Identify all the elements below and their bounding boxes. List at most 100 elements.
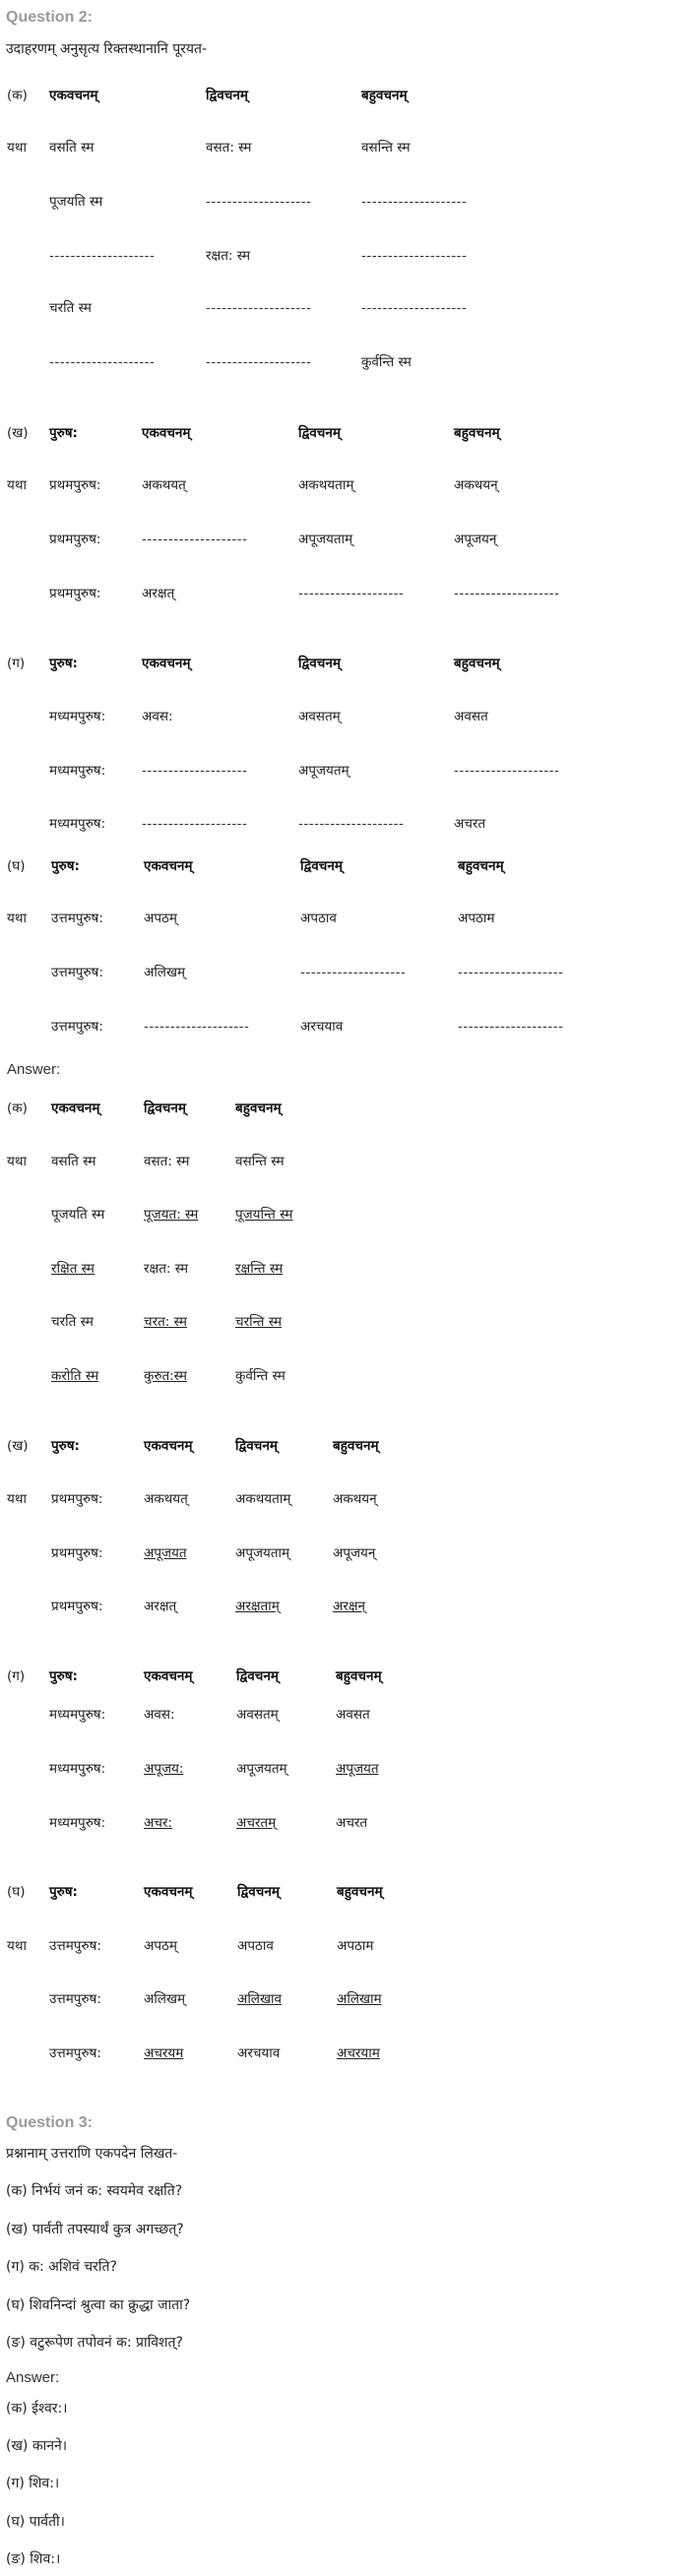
filled-answer: अचरतम् <box>236 1815 277 1831</box>
table-cell: अचरत <box>336 1815 368 1831</box>
question-3-heading: Question 3: <box>6 2114 94 2131</box>
table-cell: उत्तमपुरुष: <box>51 965 103 980</box>
answer-item: (क) ईश्वर:। <box>6 2401 68 2417</box>
table-cell: पूजयति स्म <box>49 194 103 210</box>
blank-line: -------------------- <box>49 248 156 264</box>
question-item: (ङ) वटुरूपेण तपोवनं क: प्राविशत्? <box>6 2335 183 2351</box>
table-cell: उत्तमपुरुष: <box>51 911 103 926</box>
column-header: बहुवचनम् <box>235 1100 282 1116</box>
table-cell: कुर्वन्ति स्म <box>235 1368 286 1384</box>
filled-answer: कुरुत:स्म <box>144 1368 188 1384</box>
filled-answer: पूजयन्ति स्म <box>235 1207 293 1223</box>
column-header: द्विवचनम् <box>298 425 341 441</box>
table-cell: अकथयन् <box>454 477 498 493</box>
table-cell: अकथयन् <box>333 1491 377 1507</box>
question-item: (क) निर्भयं जनं क: स्वयमेव रक्षति? <box>6 2183 183 2199</box>
table-cell: अपूजयन् <box>454 532 497 547</box>
table-cell: अपठाम <box>458 911 495 926</box>
table-cell: अरक्षत् <box>142 586 175 601</box>
column-header: एकवचनम् <box>49 88 98 103</box>
blank-line: -------------------- <box>458 965 564 980</box>
blank-line: -------------------- <box>361 300 468 316</box>
table-cell: अपूजयतम् <box>236 1761 287 1777</box>
table-cell: प्रथमपुरुष: <box>51 1491 103 1507</box>
column-header: पुरुष: <box>49 1668 78 1684</box>
filled-answer: अलिखाम <box>337 1991 382 2007</box>
filled-answer: अचरयाम <box>337 2045 380 2061</box>
answer-item: (ग) शिव:। <box>6 2476 60 2491</box>
table-cell: वसति स्म <box>49 140 95 156</box>
table-cell: अलिखम् <box>144 965 186 980</box>
answer-item: (ख) कानने। <box>6 2438 68 2454</box>
table-cell: अवसतम् <box>236 1707 279 1723</box>
table-cell: अवसत <box>336 1707 370 1723</box>
table-cell: अपठम् <box>144 1938 177 1954</box>
column-header: द्विवचनम् <box>237 1884 280 1900</box>
table-cell: अरचयाव <box>300 1019 344 1035</box>
blank-line: -------------------- <box>458 1019 564 1035</box>
filled-answer: अपूजयत <box>144 1545 187 1561</box>
table-cell: रक्षत: स्म <box>206 248 251 264</box>
table-cell: अपठाव <box>300 911 337 926</box>
blank-line: -------------------- <box>298 816 405 832</box>
section-label: (घ) <box>7 1884 26 1900</box>
table-cell: कुर्वन्ति स्म <box>361 354 412 370</box>
column-header: एकवचनम् <box>144 1438 193 1454</box>
example-label: यथा <box>7 1938 27 1954</box>
column-header: बहुवचनम् <box>454 656 500 671</box>
section-label: (घ) <box>7 858 26 874</box>
table-cell: मध्यमपुरुष: <box>49 1761 106 1777</box>
filled-answer: अपूजय: <box>144 1761 184 1777</box>
table-cell: वसन्ति स्म <box>235 1154 285 1169</box>
table-cell: अलिखम् <box>144 1991 186 2007</box>
table-cell: उत्तमपुरुष: <box>51 1019 103 1035</box>
table-cell: मध्यमपुरुष: <box>49 816 106 832</box>
table-cell: मध्यमपुरुष: <box>49 763 106 779</box>
table-cell: अवस: <box>144 1707 175 1723</box>
column-header: एकवचनम् <box>142 656 191 671</box>
blank-line: -------------------- <box>361 194 468 210</box>
table-cell: अकथयताम् <box>235 1491 291 1507</box>
table-cell: प्रथमपुरुष: <box>49 477 101 493</box>
column-header: बहुवचनम् <box>458 858 504 874</box>
column-header: बहुवचनम् <box>333 1438 379 1454</box>
column-header: पुरुष: <box>51 1438 80 1454</box>
column-header: पुरुष: <box>49 425 78 441</box>
table-cell: अकथयत् <box>142 477 186 493</box>
filled-answer: रक्षित स्म <box>51 1261 95 1277</box>
column-header: एकवचनम् <box>144 1884 193 1900</box>
table-cell: अरचयाव <box>237 2045 281 2061</box>
blank-line: -------------------- <box>206 300 312 316</box>
table-cell: वसत: स्म <box>144 1154 190 1169</box>
blank-line: -------------------- <box>300 965 407 980</box>
blank-line: -------------------- <box>361 248 468 264</box>
table-cell: चरति स्म <box>49 300 92 316</box>
column-header: एकवचनम् <box>144 1668 193 1684</box>
table-cell: उत्तमपुरुष: <box>49 1938 101 1954</box>
example-label: यथा <box>7 477 27 493</box>
table-cell: अचरत <box>454 816 486 832</box>
table-cell: मध्यमपुरुष: <box>49 1815 106 1831</box>
blank-line: -------------------- <box>142 816 248 832</box>
filled-answer: रक्षन्ति स्म <box>235 1261 284 1277</box>
table-cell: वसत: स्म <box>206 140 252 156</box>
blank-line: -------------------- <box>298 586 405 601</box>
table-cell: मध्यमपुरुष: <box>49 1707 106 1723</box>
column-header: एकवचनम् <box>142 425 191 441</box>
section-label: (ख) <box>7 425 29 441</box>
table-cell: अपूजयन् <box>333 1545 376 1561</box>
section-label: (ग) <box>7 1668 26 1684</box>
table-cell: मध्यमपुरुष: <box>49 709 106 724</box>
filled-answer: अचरयम <box>144 2045 184 2061</box>
question-2-answer-label: Answer: <box>7 1061 61 1078</box>
column-header: द्विवचनम् <box>236 1668 279 1684</box>
blank-line: -------------------- <box>144 1019 250 1035</box>
example-label: यथा <box>7 1491 27 1507</box>
column-header: बहुवचनम् <box>361 88 408 103</box>
question-item: (ग) क: अशिवं चरति? <box>6 2259 117 2275</box>
table-cell: अकथयत् <box>144 1491 188 1507</box>
column-header: द्विवचनम् <box>298 656 341 671</box>
blank-line: -------------------- <box>142 763 248 779</box>
table-cell: उत्तमपुरुष: <box>49 2045 101 2061</box>
table-cell: प्रथमपुरुष: <box>49 532 101 547</box>
